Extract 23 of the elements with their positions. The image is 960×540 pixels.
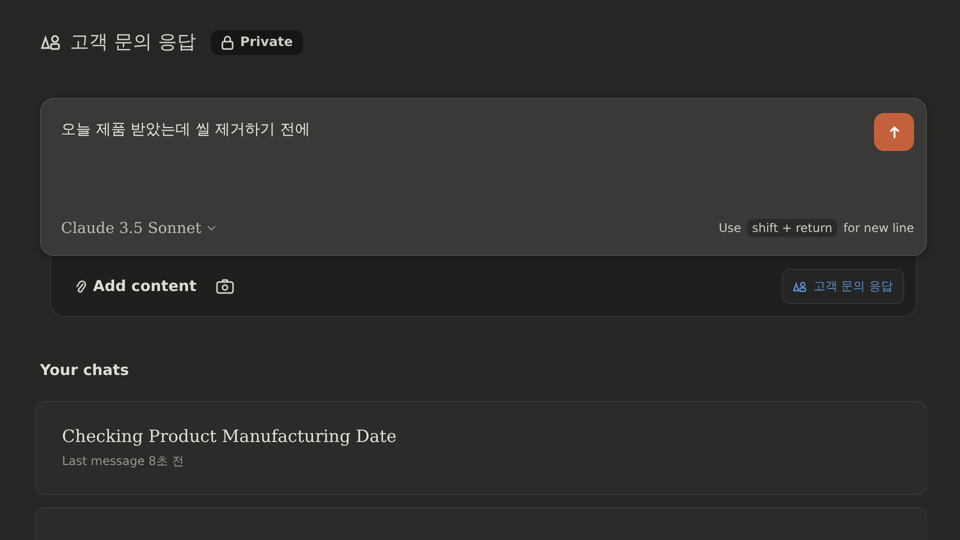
chat-card[interactable]: Checking Product Manufacturing Date Last message 8초 전 xyxy=(35,401,927,495)
project-title: 고객 문의 응답 xyxy=(70,30,196,55)
chevron-down-icon xyxy=(207,225,216,231)
project-icon xyxy=(793,280,808,292)
chat-timestamp: Last message 8초 전 xyxy=(62,452,186,470)
send-button[interactable] xyxy=(874,113,914,151)
camera-button[interactable] xyxy=(216,278,234,294)
private-badge: Private xyxy=(211,30,303,54)
project-icon xyxy=(41,34,61,50)
message-composer[interactable]: 오늘 제품 받았는데 씰 제거하기 전에 Claude 3.5 Sonnet Use shift + return for new line xyxy=(40,98,927,256)
hint-text: Use xyxy=(718,221,742,235)
arrow-up-icon xyxy=(888,126,900,138)
lock-icon xyxy=(221,34,234,50)
chat-title: Checking Product Manufacturing Date xyxy=(62,426,398,446)
message-input[interactable]: 오늘 제품 받았는데 씰 제거하기 전에 xyxy=(61,117,310,139)
model-selector[interactable]: Claude 3.5 Sonnet xyxy=(61,219,216,237)
key-hint: shift + return xyxy=(747,219,838,237)
add-content-button[interactable]: Add content xyxy=(75,277,196,295)
hint-text: for new line xyxy=(843,221,914,235)
paperclip-icon xyxy=(75,278,86,294)
section-heading: Your chats xyxy=(40,361,130,379)
project-chip[interactable]: 고객 문의 응답 xyxy=(782,268,904,304)
camera-icon xyxy=(216,278,234,294)
